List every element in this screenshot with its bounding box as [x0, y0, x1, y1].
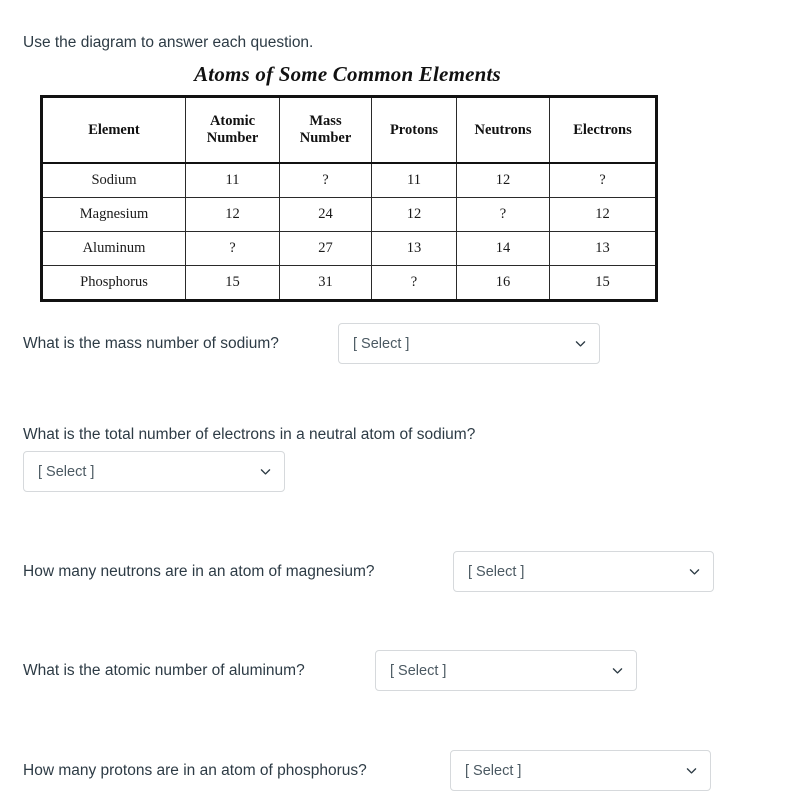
cell-electrons: ?	[549, 162, 657, 198]
question-2-select-value: [ Select ]	[38, 463, 95, 480]
cell-mass-number: 24	[279, 197, 372, 232]
question-5-text: How many protons are in an atom of phosp…	[23, 762, 367, 779]
cell-protons: 11	[371, 162, 457, 198]
chevron-down-icon	[689, 569, 700, 575]
column-header-neutrons: Neutrons	[456, 96, 550, 164]
table-header-row: Element Atomic Number Mass Number Proton…	[41, 96, 657, 164]
cell-atomic-number: 12	[185, 197, 280, 232]
instructions-text: Use the diagram to answer each question.	[23, 34, 314, 51]
column-header-element: Element	[41, 96, 186, 164]
question-1: What is the mass number of sodium?	[23, 333, 279, 355]
column-header-protons: Protons	[371, 96, 457, 164]
cell-neutrons: 14	[456, 231, 550, 266]
question-3-text: How many neutrons are in an atom of magn…	[23, 563, 375, 580]
elements-table: Element Atomic Number Mass Number Proton…	[40, 95, 658, 302]
element-diagram: Atoms of Some Common Elements Element At…	[40, 62, 658, 302]
cell-atomic-number: 11	[185, 162, 280, 198]
cell-electrons: 15	[549, 265, 657, 301]
cell-element: Magnesium	[41, 197, 186, 232]
cell-neutrons: 16	[456, 265, 550, 301]
question-3-select[interactable]: [ Select ]	[453, 551, 714, 592]
cell-element: Aluminum	[41, 231, 186, 266]
cell-atomic-number: ?	[185, 231, 280, 266]
column-header-line1: Neutrons	[474, 121, 532, 138]
cell-electrons: 13	[549, 231, 657, 266]
column-header-atomic-number: Atomic Number	[185, 96, 280, 164]
question-4-text: What is the atomic number of aluminum?	[23, 662, 305, 679]
column-header-mass-number: Mass Number	[279, 96, 372, 164]
cell-protons: ?	[371, 265, 457, 301]
question-4-select[interactable]: [ Select ]	[375, 650, 637, 691]
table-row: Phosphorus 15 31 ? 16 15	[41, 265, 657, 301]
cell-mass-number: 31	[279, 265, 372, 301]
table-row: Aluminum ? 27 13 14 13	[41, 231, 657, 266]
question-3-select-value: [ Select ]	[468, 563, 525, 580]
question-1-text: What is the mass number of sodium?	[23, 335, 279, 352]
cell-neutrons: 12	[456, 162, 550, 198]
question-2-select[interactable]: [ Select ]	[23, 451, 285, 492]
question-4: What is the atomic number of aluminum?	[23, 660, 305, 682]
question-3: How many neutrons are in an atom of magn…	[23, 561, 375, 583]
cell-element: Sodium	[41, 162, 186, 198]
question-2-text: What is the total number of electrons in…	[23, 426, 476, 443]
chevron-down-icon	[260, 469, 271, 475]
cell-atomic-number: 15	[185, 265, 280, 301]
column-header-line2: Number	[299, 130, 352, 146]
column-header-line1: Atomic	[209, 113, 256, 129]
question-4-select-value: [ Select ]	[390, 662, 447, 679]
question-2: What is the total number of electrons in…	[23, 424, 475, 446]
question-1-select[interactable]: [ Select ]	[338, 323, 600, 364]
cell-protons: 12	[371, 197, 457, 232]
question-5-select-value: [ Select ]	[465, 762, 522, 779]
column-header-line1: Electrons	[573, 121, 632, 138]
diagram-title: Atoms of Some Common Elements	[194, 62, 501, 86]
question-5-select[interactable]: [ Select ]	[450, 750, 711, 791]
table-row: Magnesium 12 24 12 ? 12	[41, 197, 657, 232]
question-5: How many protons are in an atom of phosp…	[23, 760, 367, 782]
cell-electrons: 12	[549, 197, 657, 232]
table-row: Sodium 11 ? 11 12 ?	[41, 162, 657, 198]
chevron-down-icon	[612, 668, 623, 674]
column-header-line2: Number	[206, 130, 259, 146]
question-1-select-value: [ Select ]	[353, 335, 410, 352]
column-header-line1: Mass	[309, 113, 342, 129]
chevron-down-icon	[575, 341, 586, 347]
column-header-line1: Protons	[389, 121, 439, 138]
chevron-down-icon	[686, 768, 697, 774]
column-header-line1: Element	[88, 121, 140, 138]
cell-element: Phosphorus	[41, 265, 186, 301]
cell-neutrons: ?	[456, 197, 550, 232]
cell-mass-number: 27	[279, 231, 372, 266]
cell-mass-number: ?	[279, 162, 372, 198]
cell-protons: 13	[371, 231, 457, 266]
column-header-electrons: Electrons	[549, 96, 657, 164]
